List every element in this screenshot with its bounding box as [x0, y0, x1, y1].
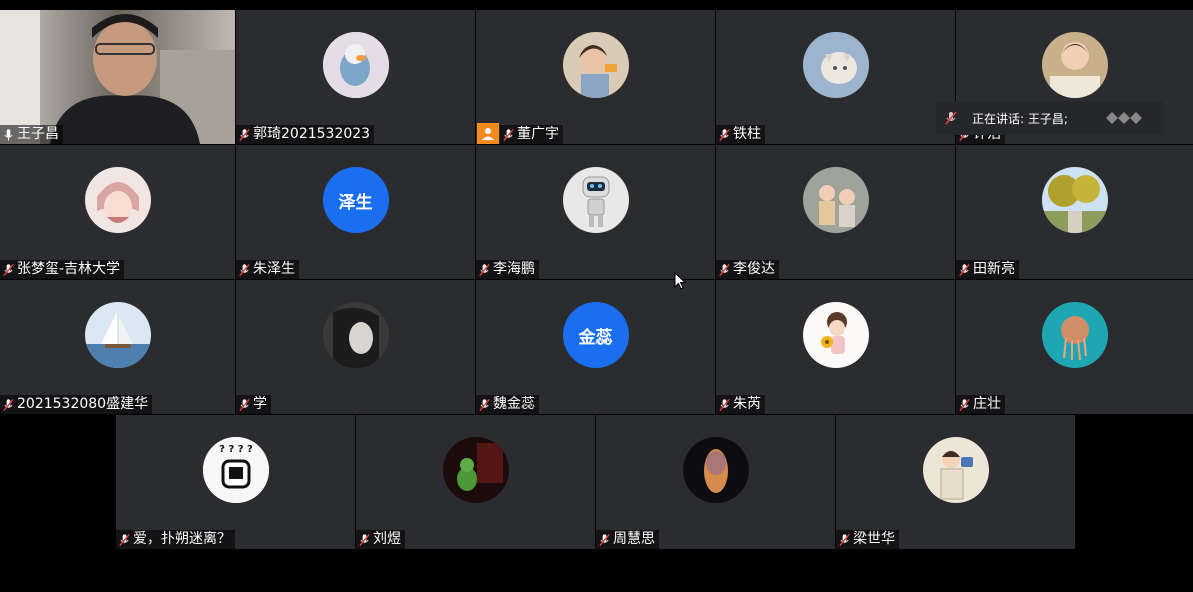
participant-name: 周慧思 [613, 531, 655, 547]
video-tile-dongguangyu[interactable]: 董广宇 [476, 10, 715, 144]
participant-name: 爱，扑朔迷离？ [133, 531, 231, 547]
muted-microphone-icon [945, 111, 957, 125]
muted-microphone-icon [719, 263, 730, 276]
video-tile-zhangmengxi[interactable]: 张梦玺-吉林大学 [0, 145, 235, 279]
participant-nameplate: 王子昌 [0, 125, 63, 144]
participant-avatar [1041, 167, 1108, 233]
mouse-cursor-icon [674, 272, 686, 290]
participant-nameplate: 学 [236, 395, 271, 414]
muted-microphone-icon [359, 533, 370, 546]
participant-avatar [84, 302, 151, 368]
participant-avatar [322, 32, 389, 98]
participant-video-feed [0, 10, 235, 144]
participant-nameplate: 周慧思 [596, 530, 659, 549]
question-marks: ? ? ? ? [219, 444, 253, 455]
participant-name: 庄壮 [973, 396, 1001, 412]
muted-microphone-icon [839, 533, 850, 546]
muted-microphone-icon [479, 398, 490, 411]
video-tile-liangshihua[interactable]: 梁世华 [836, 415, 1075, 549]
participant-avatar [682, 437, 749, 503]
participant-nameplate: 梁世华 [836, 530, 899, 549]
participant-name: 学 [253, 396, 267, 412]
participant-avatar [442, 437, 509, 503]
video-tile-wangzichang[interactable]: 王子昌 [0, 10, 235, 144]
video-tile-guoqi[interactable]: 郭琦2021532023 [236, 10, 475, 144]
participant-nameplate: 庄壮 [956, 395, 1005, 414]
audio-level-icon [1106, 112, 1142, 124]
participant-nameplate: 爱，扑朔迷离？ [116, 530, 235, 549]
participant-name: 张梦玺-吉林大学 [17, 261, 121, 277]
video-tile-zhurui[interactable]: 朱芮 [716, 280, 955, 414]
participant-name: 刘煜 [373, 531, 401, 547]
participant-nameplate: 田新亮 [956, 260, 1019, 279]
video-tile-weijinrui[interactable]: 金蕊 魏金蕊 [476, 280, 715, 414]
participant-nameplate: 张梦玺-吉林大学 [0, 260, 125, 279]
participant-avatar [922, 437, 989, 503]
participant-name: 董广宇 [517, 126, 559, 142]
participant-name: 李海鹏 [493, 261, 535, 277]
participant-avatar [802, 302, 869, 368]
participant-nameplate: 李俊达 [716, 260, 779, 279]
participant-avatar-initials: 金蕊 [562, 302, 629, 368]
participant-avatar [1041, 302, 1108, 368]
participant-name: 朱泽生 [253, 261, 295, 277]
muted-microphone-icon [479, 263, 490, 276]
participant-nameplate: 魏金蕊 [476, 395, 539, 414]
participant-nameplate: 李海鹏 [476, 260, 539, 279]
video-tile-tianxinliang[interactable]: 田新亮 [956, 145, 1193, 279]
muted-microphone-icon [599, 533, 610, 546]
participant-avatar [802, 167, 869, 233]
video-tile-tiezhu[interactable]: 铁柱 [716, 10, 955, 144]
video-tile-xue[interactable]: 学 [236, 280, 475, 414]
muted-microphone-icon [239, 398, 250, 411]
muted-microphone-icon [959, 263, 970, 276]
muted-microphone-icon [719, 398, 730, 411]
participant-name: 李俊达 [733, 261, 775, 277]
participant-name: 郭琦2021532023 [253, 126, 371, 142]
muted-microphone-icon [959, 398, 970, 411]
video-tile-zhouhuisi[interactable]: 周慧思 [596, 415, 835, 549]
participant-nameplate: 朱芮 [716, 395, 765, 414]
video-tile-zhuzesheng[interactable]: 泽生 朱泽生 [236, 145, 475, 279]
participant-nameplate: 刘煜 [356, 530, 405, 549]
participant-name: 王子昌 [17, 126, 59, 142]
participant-avatar [562, 167, 629, 233]
speaking-label: 正在讲话: 王子昌; [972, 111, 1068, 126]
participant-nameplate: 铁柱 [716, 125, 765, 144]
participant-name: 2021532080盛建华 [17, 396, 149, 412]
participant-name: 朱芮 [733, 396, 761, 412]
participant-nameplate: 董广宇 [500, 125, 563, 144]
participant-avatar-initials: 泽生 [322, 167, 389, 233]
participant-avatar [562, 32, 629, 98]
video-tile-lijunda[interactable]: 李俊达 [716, 145, 955, 279]
participant-avatar: ? ? ? ? [202, 437, 269, 503]
muted-microphone-icon [119, 533, 130, 546]
speaking-indicator: 正在讲话: 王子昌; [936, 101, 1162, 135]
participant-nameplate: 2021532080盛建华 [0, 395, 153, 414]
video-tile-shengjianhua[interactable]: 2021532080盛建华 [0, 280, 235, 414]
participant-name: 田新亮 [973, 261, 1015, 277]
participant-nameplate: 朱泽生 [236, 260, 299, 279]
muted-microphone-icon [239, 128, 250, 141]
participant-avatar [322, 302, 389, 368]
participant-name: 魏金蕊 [493, 396, 535, 412]
participant-avatar [1041, 32, 1108, 98]
host-badge-icon [477, 123, 499, 144]
muted-microphone-icon [503, 128, 514, 141]
video-tile-ai[interactable]: ? ? ? ? 爱，扑朔迷离？ [116, 415, 355, 549]
participant-name: 梁世华 [853, 531, 895, 547]
participant-avatar [802, 32, 869, 98]
muted-microphone-icon [239, 263, 250, 276]
muted-microphone-icon [3, 263, 14, 276]
muted-microphone-icon [719, 128, 730, 141]
video-tile-liuyu[interactable]: 刘煜 [356, 415, 595, 549]
video-tile-lihaipeng[interactable]: 李海鹏 [476, 145, 715, 279]
participant-name: 铁柱 [733, 126, 761, 142]
participant-nameplate: 郭琦2021532023 [236, 125, 375, 144]
microphone-icon [4, 128, 13, 141]
participant-avatar [84, 167, 151, 233]
muted-microphone-icon [3, 398, 14, 411]
video-tile-zhuangzhuang[interactable]: 庄壮 [956, 280, 1193, 414]
